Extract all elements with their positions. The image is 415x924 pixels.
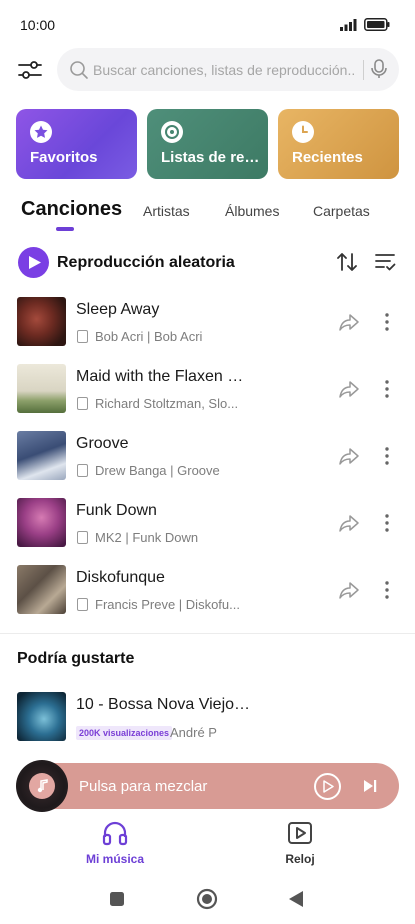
song-title: Maid with the Flaxen H... <box>76 368 252 385</box>
signal-icon <box>340 19 357 31</box>
microphone-icon[interactable] <box>369 58 389 80</box>
skip-next-icon[interactable] <box>362 778 378 794</box>
battery-icon <box>364 18 390 31</box>
song-row[interactable]: Sleep Away Bob Acri | Bob Acri <box>0 297 415 348</box>
storage-icon <box>77 330 88 343</box>
tab-canciones[interactable]: Canciones <box>21 198 122 221</box>
music-note-icon <box>37 779 48 793</box>
status-bar: 10:00 <box>0 0 415 48</box>
song-title: Groove <box>76 435 129 452</box>
video-play-icon <box>288 822 312 844</box>
share-icon[interactable] <box>338 579 360 601</box>
nav-label: Reloj <box>285 852 315 866</box>
share-icon[interactable] <box>338 378 360 400</box>
bottom-navigation: Mi música Reloj <box>0 820 415 870</box>
system-navigation-bar <box>0 884 415 914</box>
play-icon <box>29 256 41 269</box>
suggestion-title: 10 - Bossa Nova Viejo -... <box>76 696 252 713</box>
song-artist-album: MK2 | Funk Down <box>95 530 199 545</box>
section-divider <box>0 633 415 634</box>
list-select-icon[interactable] <box>374 251 396 273</box>
song-title: Diskofunque <box>76 569 165 586</box>
search-bar[interactable] <box>57 48 399 91</box>
share-icon[interactable] <box>338 445 360 467</box>
shuffle-label: Reproducción aleatoria <box>57 254 235 271</box>
active-tab-indicator <box>56 227 74 231</box>
home-circle-icon[interactable] <box>196 888 218 910</box>
storage-icon <box>77 397 88 410</box>
more-options-icon[interactable] <box>377 378 397 400</box>
suggestions-title: Podría gustarte <box>17 650 135 667</box>
back-triangle-icon[interactable] <box>288 890 304 908</box>
filter-settings-icon[interactable] <box>16 56 44 84</box>
song-row[interactable]: Groove Drew Banga | Groove <box>0 431 415 482</box>
storage-icon <box>77 598 88 611</box>
card-label: Recientes <box>292 149 363 166</box>
card-recientes[interactable]: Recientes <box>278 109 399 179</box>
tab-albumes[interactable]: Álbumes <box>225 203 279 219</box>
song-title: Funk Down <box>76 502 157 519</box>
play-icon <box>323 780 334 793</box>
recents-square-icon[interactable] <box>109 891 125 907</box>
song-row[interactable]: Funk Down MK2 | Funk Down <box>0 498 415 549</box>
search-input[interactable] <box>93 48 355 91</box>
playlist-disc-icon <box>161 121 183 143</box>
quick-access-cards: Favoritos Listas de repr... Recientes <box>16 109 399 179</box>
mini-player-label: Pulsa para mezclar <box>79 778 208 795</box>
suggestion-item[interactable]: 10 - Bossa Nova Viejo -... 200K visualiz… <box>0 692 415 742</box>
nav-label: Mi música <box>85 852 145 866</box>
album-cover <box>17 498 66 547</box>
more-options-icon[interactable] <box>377 579 397 601</box>
album-cover <box>17 431 66 480</box>
play-button[interactable] <box>314 773 341 800</box>
storage-icon <box>77 531 88 544</box>
album-cover <box>17 364 66 413</box>
clock-icon <box>292 121 314 143</box>
search-divider <box>363 60 364 80</box>
song-artist-album: Francis Preve | Diskofu... <box>95 597 240 612</box>
album-cover <box>17 692 66 741</box>
vinyl-disc-icon <box>16 760 68 812</box>
suggestion-artist: André P <box>170 725 217 740</box>
shuffle-play-button[interactable] <box>18 247 49 278</box>
card-label: Listas de repr... <box>161 149 265 166</box>
song-row[interactable]: Diskofunque Francis Preve | Diskofu... <box>0 565 415 616</box>
tab-artistas[interactable]: Artistas <box>143 203 190 219</box>
headphones-icon <box>102 821 128 846</box>
card-listas[interactable]: Listas de repr... <box>147 109 268 179</box>
more-options-icon[interactable] <box>377 311 397 333</box>
song-artist-album: Bob Acri | Bob Acri <box>95 329 203 344</box>
mini-player[interactable]: Pulsa para mezclar <box>16 760 399 812</box>
card-label: Favoritos <box>30 149 98 166</box>
card-favoritos[interactable]: Favoritos <box>16 109 137 179</box>
more-options-icon[interactable] <box>377 512 397 534</box>
album-cover <box>17 565 66 614</box>
song-row[interactable]: Maid with the Flaxen H... Richard Stoltz… <box>0 364 415 415</box>
shuffle-row[interactable]: Reproducción aleatoria <box>0 245 415 281</box>
category-tabs: Canciones Artistas Álbumes Carpetas <box>0 197 415 233</box>
views-badge: 200K visualizaciones <box>76 726 173 740</box>
song-artist-album: Drew Banga | Groove <box>95 463 220 478</box>
share-icon[interactable] <box>338 311 360 333</box>
status-time: 10:00 <box>20 17 56 33</box>
sort-icon[interactable] <box>336 251 358 273</box>
storage-icon <box>77 464 88 477</box>
share-icon[interactable] <box>338 512 360 534</box>
search-icon <box>70 61 88 79</box>
star-icon <box>30 121 52 143</box>
disc-label <box>29 773 55 799</box>
album-cover <box>17 297 66 346</box>
more-options-icon[interactable] <box>377 445 397 467</box>
tab-carpetas[interactable]: Carpetas <box>313 203 370 219</box>
song-artist-album: Richard Stoltzman, Slo... <box>95 396 239 411</box>
nav-reloj[interactable]: Reloj <box>240 820 360 870</box>
song-title: Sleep Away <box>76 301 160 318</box>
nav-mi-musica[interactable]: Mi música <box>55 820 175 870</box>
